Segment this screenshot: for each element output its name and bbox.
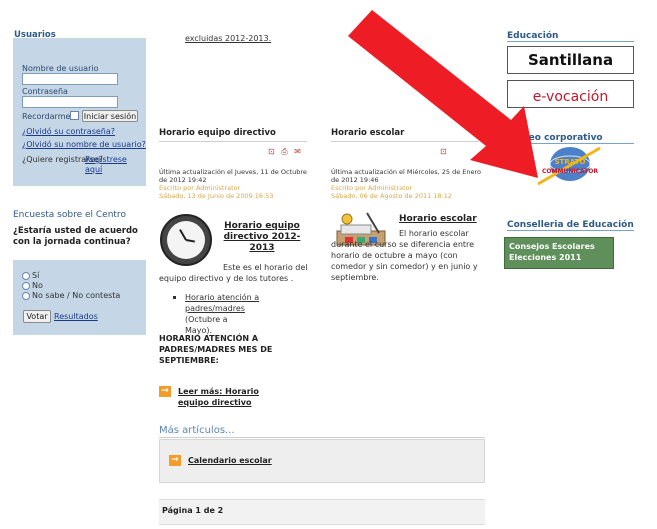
forgot-password-link[interactable]: ¿Olvidó su contraseña? (22, 127, 115, 136)
poll-option-no: No (32, 281, 43, 290)
password-label: Contraseña (22, 87, 68, 96)
article-title-horario-directivo: Horario equipo directivo (159, 128, 276, 138)
evocacion-logo[interactable]: e-vocación (507, 80, 634, 108)
strato-text-2: COMMUNICATOR (542, 168, 598, 175)
consejos-escolares-text: Consejos Escolares Elecciones 2011 (509, 241, 595, 263)
santillana-logo[interactable]: Santillana (507, 46, 634, 74)
excluidas-link[interactable]: excluidas 2012-2013. (185, 34, 271, 43)
correo-title: Correo corporativo (507, 133, 603, 143)
article-subtitle-directivo[interactable]: Horario equipo directivo 2012-2013 (222, 221, 302, 254)
poll-option-nsnc-radio[interactable] (22, 292, 30, 300)
calendar-arrow-icon: → (169, 455, 181, 466)
article-divider (159, 141, 307, 142)
read-more-arrow-icon: → (159, 386, 171, 397)
poll-option-no-radio[interactable] (22, 282, 30, 290)
conselleria-title: Conselleria de Educación (507, 220, 634, 230)
article-author: Escrito por Administrator (331, 184, 413, 192)
poll-option-si-radio[interactable] (22, 272, 30, 280)
encuesta-title: Encuesta sobre el Centro (13, 210, 126, 220)
pdf-icon[interactable]: ⊡ (440, 147, 449, 156)
login-button[interactable]: Iniciar sesión (82, 110, 138, 122)
remember-label: Recordarme (22, 112, 71, 121)
clock-icon (160, 214, 212, 266)
article-subtitle-escolar[interactable]: Horario escolar (399, 214, 479, 225)
consejos-line-1: Consejos Escolares (509, 242, 595, 251)
more-articles-title: Más artículos... (159, 425, 235, 436)
calendar-link[interactable]: Calendario escolar (188, 456, 272, 465)
article-divider (331, 141, 479, 142)
section-underline (507, 230, 634, 231)
horario-septiembre-heading: HORARIO ATENCIÓN A PADRES/MADRES MES DE … (159, 334, 273, 365)
article-updated: Última actualización el Miércoles, 25 de… (331, 168, 482, 184)
more-articles-divider (159, 437, 485, 438)
article-updated: Última actualización el Jueves, 11 de Oc… (159, 168, 307, 184)
register-link[interactable]: Regístrese aquí (85, 155, 145, 175)
remember-checkbox[interactable] (70, 111, 79, 120)
article-text-directivo: Este es el horario del equipo directivo … (159, 263, 308, 283)
article-author: Escrito por Administrator (159, 184, 241, 192)
pdf-print-email-icon[interactable]: ⊡ ⎙ ✉ (268, 147, 303, 157)
bullet (173, 296, 176, 299)
article-date: Sábado, 06 de Agosto de 2011 18:12 (331, 192, 453, 200)
section-underline (507, 41, 634, 42)
password-input[interactable] (22, 96, 118, 108)
username-input[interactable] (22, 73, 118, 85)
username-label: Nombre de usuario (22, 64, 99, 73)
educacion-title: Educación (507, 31, 559, 41)
encuesta-question: ¿Estaría usted de acuerdo con la jornada… (13, 226, 138, 247)
horario-atencion-link[interactable]: Horario atención a padres/madres (185, 292, 300, 314)
results-link[interactable]: Resultados (54, 312, 98, 321)
article-date: Sábado, 13 de Junio de 2009 16:53 (159, 192, 274, 200)
article-text-escolar: El horario escolar durante el curso se d… (331, 229, 478, 282)
forgot-username-link[interactable]: ¿Olvidó su nombre de usuario? (22, 140, 146, 149)
read-more-link[interactable]: Leer más: Horario equipo directivo (178, 386, 290, 408)
vote-button[interactable]: Votar (23, 310, 51, 323)
strato-text-1: STRATO (555, 158, 586, 166)
poll-option-si: Sí (32, 271, 40, 280)
page-counter: Página 1 de 2 (162, 506, 224, 515)
article-title-horario-escolar: Horario escolar (331, 128, 405, 138)
poll-option-nsnc: No sabe / No contesta (32, 291, 121, 300)
consejos-line-2: Elecciones 2011 (509, 253, 582, 262)
strato-communicator-logo[interactable]: STRATO COMMUNICATOR (530, 144, 610, 188)
